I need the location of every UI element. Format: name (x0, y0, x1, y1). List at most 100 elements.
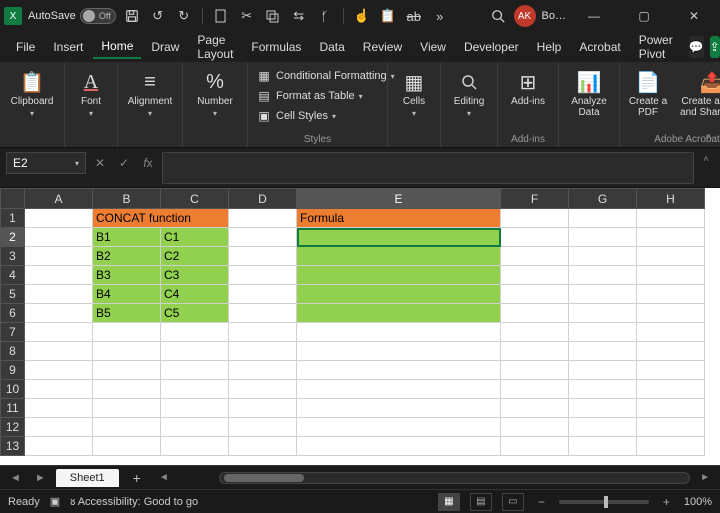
cell-H4[interactable] (637, 266, 705, 285)
cell-C9[interactable] (161, 361, 229, 380)
cell-H13[interactable] (637, 437, 705, 456)
cell-E1[interactable]: Formula (297, 209, 501, 228)
close-button[interactable]: ✕ (672, 0, 716, 32)
row-header-11[interactable]: 11 (1, 399, 25, 418)
cell-A8[interactable] (25, 342, 93, 361)
cell-A13[interactable] (25, 437, 93, 456)
cell-F5[interactable] (501, 285, 569, 304)
cell-G9[interactable] (569, 361, 637, 380)
copy-icon[interactable] (263, 6, 283, 26)
sheet-nav-prev[interactable]: ◄ (6, 472, 25, 484)
row-header-9[interactable]: 9 (1, 361, 25, 380)
maximize-button[interactable]: ▢ (622, 0, 666, 32)
cell-E13[interactable] (297, 437, 501, 456)
tab-power-pivot[interactable]: Power Pivot (631, 29, 681, 65)
tab-page-layout[interactable]: Page Layout (189, 29, 241, 65)
zoom-out-button[interactable]: − (534, 495, 549, 509)
tab-formulas[interactable]: Formulas (243, 36, 309, 58)
add-sheet-button[interactable]: + (125, 470, 149, 486)
comments-button[interactable]: 💬 (689, 36, 704, 58)
tab-draw[interactable]: Draw (143, 36, 187, 58)
cell-G2[interactable] (569, 228, 637, 247)
link-icon[interactable]: ⇆ (289, 6, 309, 26)
namebox-dropdown-icon[interactable]: ▾ (75, 159, 79, 168)
cell-E11[interactable] (297, 399, 501, 418)
cell-F11[interactable] (501, 399, 569, 418)
cell-A1[interactable] (25, 209, 93, 228)
autosave-switch[interactable]: Off (80, 8, 116, 24)
sheet-nav-next[interactable]: ► (31, 472, 50, 484)
format-as-table-button[interactable]: ▤Format as Table ▾ (254, 86, 365, 106)
row-header-13[interactable]: 13 (1, 437, 25, 456)
redo-icon[interactable]: ↻ (174, 6, 194, 26)
cell-E12[interactable] (297, 418, 501, 437)
cell-E4[interactable] (297, 266, 501, 285)
cell-E7[interactable] (297, 323, 501, 342)
cell-C13[interactable] (161, 437, 229, 456)
cell-B3[interactable]: B2 (93, 247, 161, 266)
cell-H9[interactable] (637, 361, 705, 380)
col-header-A[interactable]: A (25, 189, 93, 209)
horizontal-scrollbar[interactable] (219, 472, 690, 484)
cell-C10[interactable] (161, 380, 229, 399)
create-share-pdf-button[interactable]: 📤 Create a PDF and Share link (676, 66, 720, 118)
cell-E2[interactable] (297, 228, 501, 247)
cell-H2[interactable] (637, 228, 705, 247)
cell-H12[interactable] (637, 418, 705, 437)
cell-H7[interactable] (637, 323, 705, 342)
row-header-7[interactable]: 7 (1, 323, 25, 342)
addins-button[interactable]: ⊞ Add-ins (504, 66, 552, 107)
row-header-8[interactable]: 8 (1, 342, 25, 361)
cell-A9[interactable] (25, 361, 93, 380)
cell-D1[interactable] (229, 209, 297, 228)
collapse-ribbon-icon[interactable]: ˄ (706, 132, 712, 143)
cell-G12[interactable] (569, 418, 637, 437)
cell-D5[interactable] (229, 285, 297, 304)
cell-B4[interactable]: B3 (93, 266, 161, 285)
row-header-6[interactable]: 6 (1, 304, 25, 323)
cell-E6[interactable] (297, 304, 501, 323)
col-header-G[interactable]: G (569, 189, 637, 209)
cut-icon[interactable]: ✂ (237, 6, 257, 26)
cell-C3[interactable]: C2 (161, 247, 229, 266)
cell-B6[interactable]: B5 (93, 304, 161, 323)
touch-icon[interactable]: ☝ (352, 6, 372, 26)
cell-G7[interactable] (569, 323, 637, 342)
cell-A11[interactable] (25, 399, 93, 418)
accessibility-status[interactable]: ᴕ Accessibility: Good to go (70, 496, 198, 508)
cell-D2[interactable] (229, 228, 297, 247)
tab-insert[interactable]: Insert (45, 36, 91, 58)
row-header-5[interactable]: 5 (1, 285, 25, 304)
cell-G5[interactable] (569, 285, 637, 304)
cell-A4[interactable] (25, 266, 93, 285)
undo-icon[interactable]: ↺ (148, 6, 168, 26)
branch-icon[interactable]: ᚶ (315, 6, 335, 26)
cell-H3[interactable] (637, 247, 705, 266)
row-header-1[interactable]: 1 (1, 209, 25, 228)
cell-A10[interactable] (25, 380, 93, 399)
number-button[interactable]: % Number ▾ (189, 66, 241, 118)
cell-D13[interactable] (229, 437, 297, 456)
select-all-corner[interactable] (1, 189, 25, 209)
cell-F6[interactable] (501, 304, 569, 323)
cell-F10[interactable] (501, 380, 569, 399)
scroll-right-icon[interactable]: ► (696, 472, 714, 483)
row-header-2[interactable]: 2 (1, 228, 25, 247)
minimize-button[interactable]: — (572, 0, 616, 32)
clipboard-button[interactable]: 📋 Clipboard ▾ (6, 66, 58, 118)
formula-input[interactable] (162, 152, 694, 184)
paste-icon[interactable]: 📋 (378, 6, 398, 26)
cell-D10[interactable] (229, 380, 297, 399)
strike-icon[interactable]: ab (404, 6, 424, 26)
cell-B7[interactable] (93, 323, 161, 342)
cell-F4[interactable] (501, 266, 569, 285)
tab-view[interactable]: View (412, 36, 454, 58)
cell-C7[interactable] (161, 323, 229, 342)
cell-D8[interactable] (229, 342, 297, 361)
tab-home[interactable]: Home (93, 35, 141, 59)
tab-developer[interactable]: Developer (456, 36, 527, 58)
overflow-icon[interactable]: » (430, 6, 450, 26)
name-box[interactable]: E2▾ (6, 152, 86, 174)
cell-E10[interactable] (297, 380, 501, 399)
spreadsheet-grid[interactable]: ABCDEFGH1CONCAT functionFormula2B1C13B2C… (0, 188, 720, 465)
